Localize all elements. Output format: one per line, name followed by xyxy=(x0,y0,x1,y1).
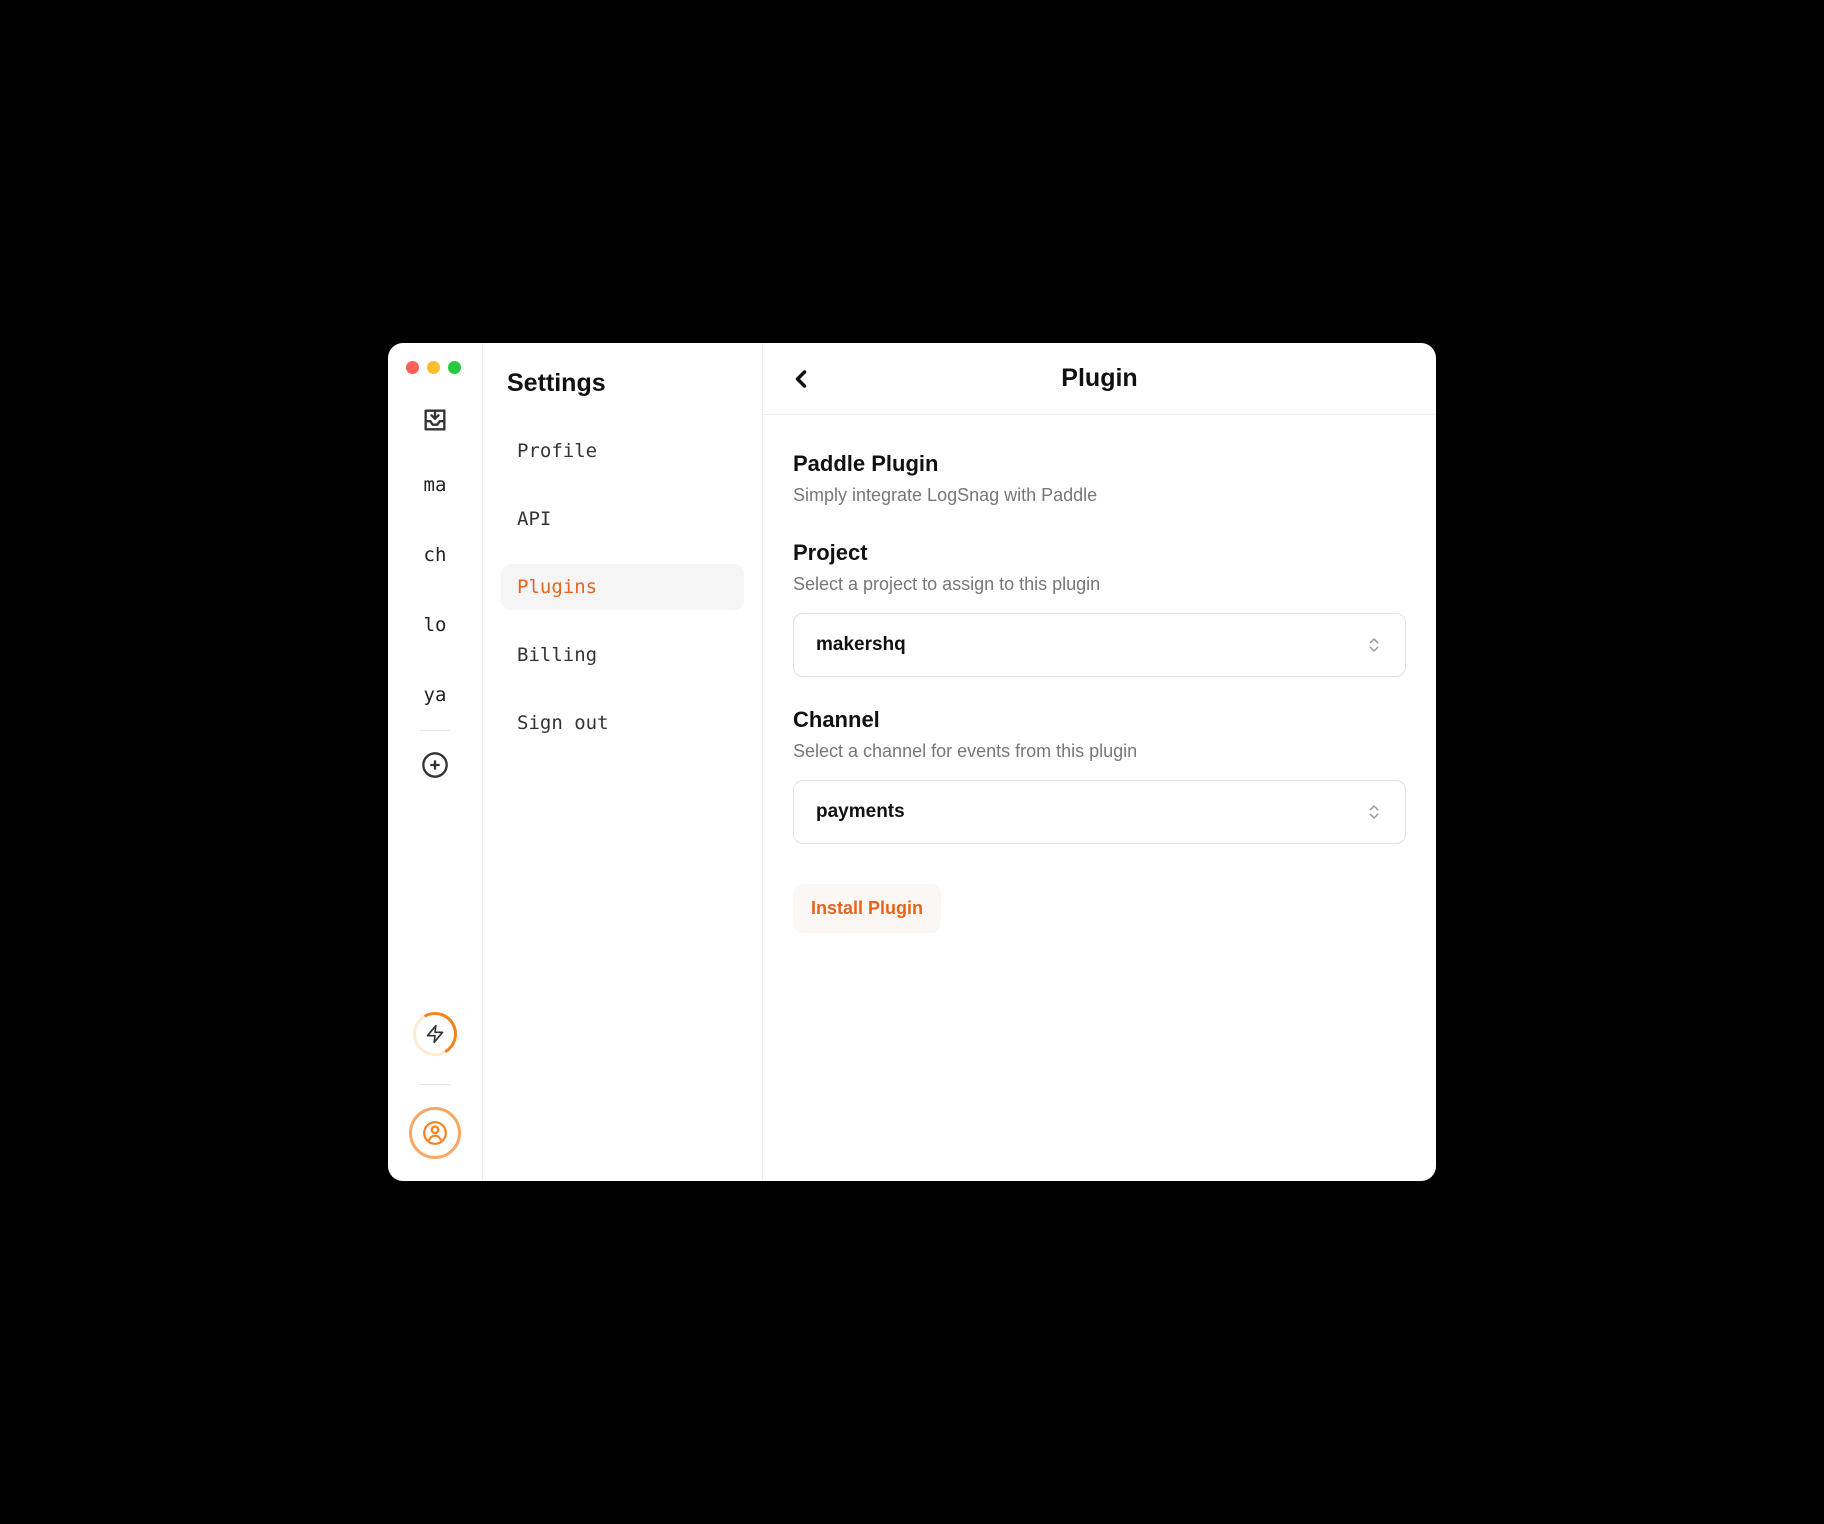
channel-heading: Channel xyxy=(793,707,1406,733)
channel-sub: Select a channel for events from this pl… xyxy=(793,741,1406,762)
main-panel: Plugin Paddle Plugin Simply integrate Lo… xyxy=(763,343,1436,1181)
page-title: Plugin xyxy=(1061,364,1137,393)
channel-select-value: payments xyxy=(816,801,905,823)
plugin-sub: Simply integrate LogSnag with Paddle xyxy=(793,485,1406,506)
inbox-icon[interactable] xyxy=(421,406,449,434)
rail-item-0[interactable]: ma xyxy=(424,474,447,496)
nav-item-api[interactable]: API xyxy=(501,496,744,542)
rail-item-3[interactable]: ya xyxy=(424,684,447,706)
add-icon[interactable] xyxy=(421,751,449,779)
install-plugin-button[interactable]: Install Plugin xyxy=(793,884,941,933)
rail-item-2[interactable]: lo xyxy=(424,614,447,636)
user-avatar-icon[interactable] xyxy=(409,1107,461,1159)
project-select-value: makershq xyxy=(816,634,906,656)
nav-item-signout[interactable]: Sign out xyxy=(501,700,744,746)
channel-field: Channel Select a channel for events from… xyxy=(793,707,1406,844)
settings-title: Settings xyxy=(501,369,744,398)
window-minimize[interactable] xyxy=(427,361,440,374)
settings-nav: Profile API Plugins Billing Sign out xyxy=(501,428,744,746)
nav-item-billing[interactable]: Billing xyxy=(501,632,744,678)
project-field: Project Select a project to assign to th… xyxy=(793,540,1406,677)
project-select[interactable]: makershq xyxy=(793,613,1406,677)
settings-sidebar: Settings Profile API Plugins Billing Sig… xyxy=(483,343,763,1181)
window-controls xyxy=(388,361,461,374)
back-button[interactable] xyxy=(787,365,815,393)
main-body: Paddle Plugin Simply integrate LogSnag w… xyxy=(763,415,1436,969)
nav-item-profile[interactable]: Profile xyxy=(501,428,744,474)
rail-items: ma ch lo ya xyxy=(424,474,447,706)
window-close[interactable] xyxy=(406,361,419,374)
channel-select[interactable]: payments xyxy=(793,780,1406,844)
activity-icon[interactable] xyxy=(413,1012,457,1056)
project-sub: Select a project to assign to this plugi… xyxy=(793,574,1406,595)
main-header: Plugin xyxy=(763,343,1436,415)
nav-item-plugins[interactable]: Plugins xyxy=(501,564,744,610)
plugin-heading: Paddle Plugin xyxy=(793,451,1406,477)
rail-item-1[interactable]: ch xyxy=(424,544,447,566)
window-maximize[interactable] xyxy=(448,361,461,374)
rail-divider xyxy=(420,730,450,731)
chevron-updown-icon xyxy=(1365,636,1383,654)
rail-divider-bottom xyxy=(420,1084,450,1085)
chevron-updown-icon xyxy=(1365,803,1383,821)
rail: ma ch lo ya xyxy=(388,343,483,1181)
project-heading: Project xyxy=(793,540,1406,566)
app-window: ma ch lo ya Settings xyxy=(388,343,1436,1181)
